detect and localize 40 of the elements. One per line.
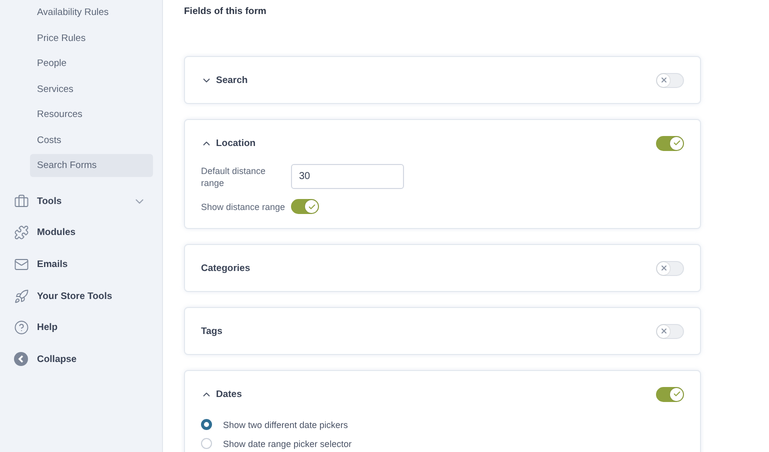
check-icon xyxy=(672,139,680,147)
sidebar-item[interactable]: Tools xyxy=(0,186,162,218)
sidebar-item[interactable]: Collapse xyxy=(0,343,162,376)
sidebar-item[interactable]: Help xyxy=(0,312,162,344)
field-title: Location xyxy=(216,138,257,148)
field-title: Categories xyxy=(201,262,252,274)
close-icon xyxy=(660,76,668,84)
field-title: Search xyxy=(216,74,249,86)
close-icon xyxy=(660,264,668,272)
sidebar-subitem[interactable]: Services xyxy=(30,78,153,100)
sidebar-item[interactable]: Your Store Tools xyxy=(0,280,162,312)
sidebar-subitem[interactable]: Search Forms xyxy=(30,154,153,177)
puzzle-icon xyxy=(14,225,29,240)
radio-button[interactable] xyxy=(201,419,212,430)
radio-label: Show two different date pickers xyxy=(223,420,348,430)
sidebar-item[interactable]: Emails xyxy=(0,248,162,280)
check-icon xyxy=(308,202,316,210)
sidebar-subitem[interactable]: Costs xyxy=(30,128,153,152)
sidebar-subitem[interactable]: Resources xyxy=(30,103,153,126)
toolbox-icon xyxy=(14,194,29,209)
check-icon xyxy=(672,390,680,398)
toggle-switch[interactable] xyxy=(656,136,684,150)
field-label: Show distance range xyxy=(201,200,286,212)
field-title: Dates xyxy=(216,388,243,400)
input-field[interactable]: 30 xyxy=(291,164,404,189)
collapse-icon xyxy=(14,352,28,366)
sidebar-subitem[interactable]: People xyxy=(30,52,153,75)
sidebar-subitem[interactable]: Availability Rules xyxy=(30,1,153,24)
radio-label: Show date range picker selector xyxy=(223,438,352,448)
help-icon xyxy=(14,320,29,336)
field-label: Default distance range xyxy=(201,164,267,188)
toggle-switch[interactable] xyxy=(291,199,319,214)
close-icon xyxy=(660,327,668,335)
sidebar-subitem[interactable]: Price Rules xyxy=(30,26,153,50)
mail-icon xyxy=(14,256,29,272)
sidebar-item[interactable]: Modules xyxy=(0,217,162,249)
field-title: Tags xyxy=(201,326,224,336)
rocket-icon xyxy=(14,288,29,304)
section-title: Fields of this form xyxy=(184,6,268,19)
toggle-switch[interactable] xyxy=(656,386,684,402)
